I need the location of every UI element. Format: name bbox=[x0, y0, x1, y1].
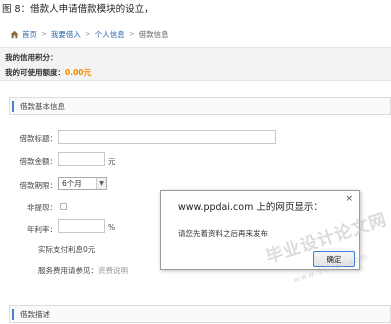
credit-quota-label: 我的可使用额度： bbox=[5, 68, 65, 77]
loan-period-select[interactable]: 6个月 ▼ bbox=[58, 177, 107, 190]
loan-amount-unit: 元 bbox=[108, 157, 116, 166]
section-accent-bar bbox=[12, 101, 14, 112]
withdraw-option-label: 非提现： bbox=[27, 203, 57, 212]
figure-caption: 图 8：借款人申请借款模块的设立， bbox=[2, 4, 154, 15]
actual-interest-text: 实际支付利息0元 bbox=[38, 245, 96, 254]
breadcrumb-borrow-link[interactable]: 我要借入 bbox=[51, 29, 81, 40]
credit-quota-row: 我的可使用额度：0.00元 bbox=[5, 67, 91, 78]
section-accent-bar bbox=[12, 309, 14, 320]
annual-rate-label: 年利率： bbox=[27, 225, 57, 234]
close-icon[interactable]: × bbox=[345, 195, 353, 204]
breadcrumb: 首页 > 我要借入 > 个人信息 > 借款信息 bbox=[10, 29, 169, 39]
breadcrumb-separator: > bbox=[84, 30, 91, 38]
loan-period-selected: 6个月 bbox=[62, 179, 82, 188]
withdraw-checkbox[interactable] bbox=[60, 203, 67, 210]
section-header-loan-description: 借款描述 bbox=[9, 305, 391, 323]
annual-rate-unit: % bbox=[108, 223, 116, 232]
credit-quota-value: 0.00元 bbox=[65, 68, 92, 77]
loan-title-label: 借款标题： bbox=[19, 134, 58, 143]
service-fee-label: 服务费用请参见： bbox=[38, 266, 98, 275]
breadcrumb-current: 借款信息 bbox=[138, 29, 169, 39]
credit-summary-panel: 我的信用积分： 我的可使用额度：0.00元 bbox=[0, 47, 391, 81]
dialog-title: www.ppdai.com 上的网页显示： bbox=[178, 202, 323, 213]
section-title: 借款基本信息 bbox=[20, 102, 65, 111]
annual-rate-input[interactable] bbox=[58, 219, 105, 233]
loan-title-input[interactable] bbox=[58, 130, 276, 144]
breadcrumb-separator: > bbox=[41, 30, 47, 38]
section-header-basic-info: 借款基本信息 bbox=[9, 97, 391, 115]
service-fee-row: 服务费用请参见：资费说明 bbox=[38, 265, 128, 276]
section-title: 借款描述 bbox=[20, 310, 50, 319]
breadcrumb-home-link[interactable]: 首页 bbox=[22, 29, 37, 40]
loan-amount-input[interactable] bbox=[58, 152, 105, 166]
breadcrumb-personal-info-link[interactable]: 个人信息 bbox=[95, 29, 125, 40]
credit-score-label: 我的信用积分： bbox=[5, 53, 58, 62]
home-icon bbox=[10, 30, 19, 39]
loan-amount-label: 借款金额： bbox=[19, 157, 58, 166]
fee-explanation-link[interactable]: 资费说明 bbox=[98, 266, 128, 275]
chevron-down-icon: ▼ bbox=[96, 178, 106, 189]
dialog-message: 请您先着资料之后再来发布 bbox=[178, 229, 268, 238]
loan-period-label: 借款期限： bbox=[19, 181, 58, 190]
breadcrumb-separator: > bbox=[128, 30, 135, 38]
